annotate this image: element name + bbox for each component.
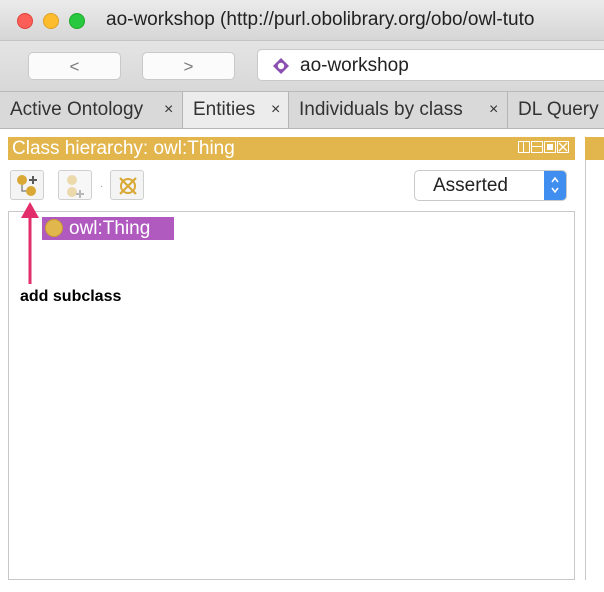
view-controls [518,141,569,155]
split-view-icon[interactable] [518,141,530,153]
navigation-toolbar: < > ao-workshop [0,41,604,92]
delete-class-icon [119,177,137,195]
panel-title: Class hierarchy: owl:Thing [12,138,235,159]
active-ontology-selector[interactable]: ao-workshop [257,49,604,81]
close-window-button[interactable] [17,13,33,29]
adjacent-view [585,160,604,580]
annotation-arrow-icon [21,202,39,284]
tab-label: Entities [193,99,256,120]
add-sibling-icon [67,175,84,198]
back-button[interactable]: < [28,52,121,80]
tab-close-icon[interactable]: × [271,101,280,119]
tab-dl-query[interactable]: DL Query [508,92,604,128]
adjacent-view-header [585,137,604,160]
add-sibling-button[interactable] [58,170,92,200]
tab-close-icon[interactable]: × [489,101,498,119]
tab-individuals-by-class[interactable]: Individuals by class × [289,92,508,128]
toolbar-separator: · [100,181,104,192]
hierarchy-view-select[interactable]: Asserted [414,170,567,201]
window-title: ao-workshop (http://purl.obolibrary.org/… [106,9,535,30]
tab-close-icon[interactable]: × [164,101,173,119]
forward-button[interactable]: > [142,52,235,80]
tab-strip: Active Ontology × Entities × Individuals… [0,92,604,129]
ontology-name: ao-workshop [300,55,409,76]
class-tree: owl:Thing [8,211,575,580]
ontology-diamond-icon [273,58,289,74]
class-icon [45,219,63,237]
tree-node-owl-thing[interactable]: owl:Thing [42,217,174,240]
title-bar: ao-workshop (http://purl.obolibrary.org/… [0,0,604,41]
add-subclass-icon [17,175,37,196]
tab-label: DL Query [518,99,599,120]
annotation-text: add subclass [20,288,122,305]
selected-view-mode: Asserted [433,175,508,196]
tab-active-ontology[interactable]: Active Ontology × [0,92,183,128]
maximize-view-icon[interactable] [544,141,556,153]
class-hierarchy-toolbar: · Asserted [8,168,575,204]
chevron-updown-icon [544,171,566,200]
float-view-icon[interactable] [531,141,543,153]
tab-entities[interactable]: Entities × [183,92,289,128]
tab-label: Active Ontology [10,99,144,120]
add-subclass-button[interactable] [10,170,44,200]
delete-class-button[interactable] [110,170,144,200]
minimize-window-button[interactable] [43,13,59,29]
bottom-edge [0,580,604,592]
tree-node-label: owl:Thing [69,218,151,239]
maximize-window-button[interactable] [69,13,85,29]
tab-label: Individuals by class [299,99,463,120]
close-view-icon[interactable] [557,141,569,153]
class-hierarchy-header: Class hierarchy: owl:Thing [8,137,575,160]
